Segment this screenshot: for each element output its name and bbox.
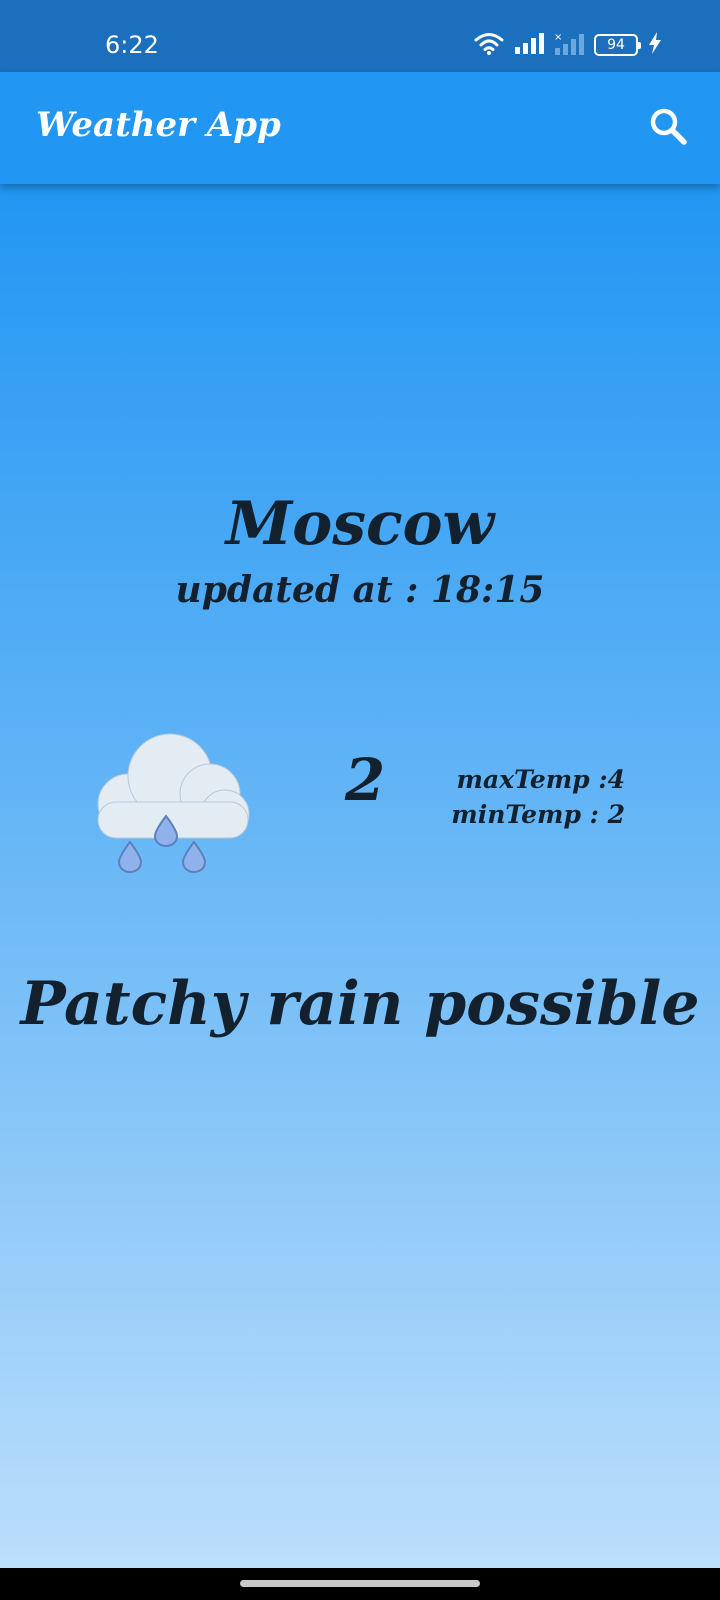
wifi-icon [474,31,504,59]
min-temp: minTemp : 2 [451,800,625,829]
navigation-bar [0,1568,720,1600]
charging-icon [648,32,662,58]
updated-time: updated at : 18:15 [175,569,545,611]
search-icon [649,107,687,149]
status-time: 6:22 [105,31,159,59]
weather-condition: Patchy rain possible [20,969,700,1039]
signal-no-service-icon: × [554,31,584,59]
city-name: Moscow [225,489,495,559]
signal-icon [514,32,544,58]
temperature: 2 [344,746,386,814]
cloud-rain-icon [90,724,260,874]
battery-level: 94 [607,37,625,53]
weather-content: Moscow updated at : 18:15 2 maxTemp:4 m… [0,184,720,1568]
app-title: Weather App [36,105,281,145]
status-bar: 6:22 × 94 [0,0,720,72]
battery-icon: 94 [594,34,641,56]
min-max-temperature: maxTemp :4 minTemp : 2 [450,762,625,832]
app-bar: Weather App [0,72,720,184]
search-button[interactable] [642,102,694,154]
svg-text:×: × [554,32,562,43]
status-icons: × 94 [474,30,662,60]
home-indicator[interactable] [240,1580,480,1587]
max-temp: maxTemp :4 [456,765,625,794]
